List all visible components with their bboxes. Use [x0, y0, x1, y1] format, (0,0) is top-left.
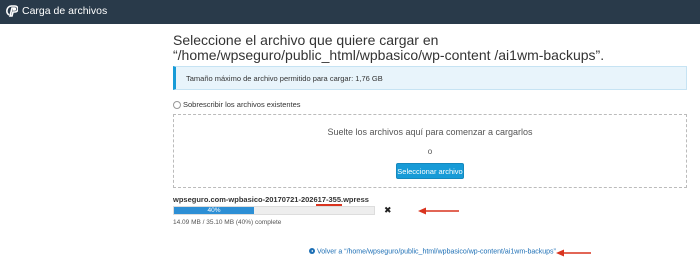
annotation-arrow-icon — [556, 249, 591, 257]
upload-progress-bar: 40% — [173, 206, 375, 215]
app-title: Carga de archivos — [22, 5, 108, 17]
max-size-alert: Tamaño máximo de archivo permitido para … — [173, 66, 687, 90]
dropzone-or-text: o — [427, 147, 433, 156]
back-link[interactable]: Volver a “/home/wpseguro/public_html/wpb… — [309, 248, 556, 256]
upload-progress-label: 40% — [207, 207, 221, 214]
close-icon[interactable]: ✖ — [384, 205, 392, 215]
upload-file-name: wpseguro.com-wpbasico-20170721-202617-35… — [173, 195, 369, 204]
back-link-label[interactable]: Volver a “/home/wpseguro/public_html/wpb… — [317, 249, 556, 256]
upload-size-status: 14.09 MB / 35.10 MB (40%) complete — [173, 219, 282, 226]
overwrite-checkbox[interactable] — [173, 101, 181, 109]
select-file-button[interactable]: Seleccionar archivo — [396, 163, 464, 179]
file-dropzone[interactable]: Suelte los archivos aquí para comenzar a… — [173, 114, 687, 188]
arrow-left-circle-icon — [309, 248, 315, 254]
top-bar: Carga de archivos — [0, 0, 700, 24]
overwrite-label[interactable]: Sobrescribir los archivos existentes — [183, 100, 301, 109]
cpanel-logo-icon — [6, 5, 18, 17]
max-size-notice: Tamaño máximo de archivo permitido para … — [186, 74, 383, 83]
annotation-arrow-icon — [418, 207, 459, 215]
dropzone-instruction: Suelte los archivos aquí para comenzar a… — [327, 127, 533, 137]
page-heading: Seleccione el archivo que quiere cargar … — [173, 32, 605, 63]
